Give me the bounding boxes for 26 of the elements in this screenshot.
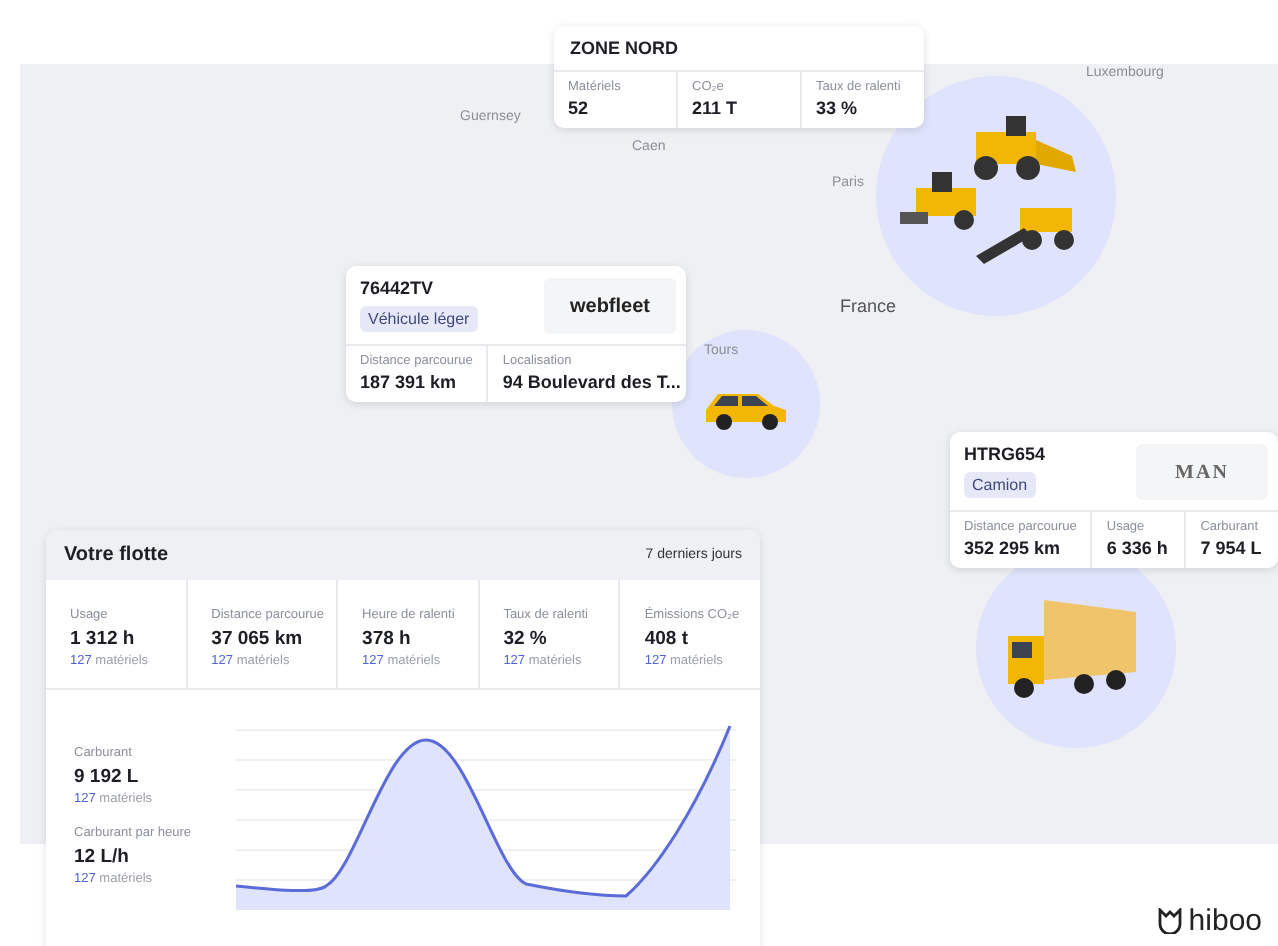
brand-mark-icon bbox=[1158, 908, 1183, 934]
stat-value: 52 bbox=[568, 98, 591, 118]
brand-name: hiboo bbox=[1188, 904, 1262, 938]
metric-value: 32 % bbox=[503, 628, 549, 650]
brand-logo: webfleet bbox=[544, 278, 676, 334]
metric-value: 9 192 L bbox=[74, 766, 141, 788]
metric-value: 37 065 km bbox=[211, 628, 305, 650]
stat-value: 187 391 km bbox=[360, 372, 459, 392]
zone-title: ZONE NORD bbox=[568, 36, 680, 62]
vehicle-plate: HTRG654 bbox=[964, 444, 1046, 464]
metric-value: 408 t bbox=[644, 628, 690, 650]
stat-value: 6 336 h bbox=[1106, 538, 1170, 558]
vehicle-type-tag: Véhicule léger bbox=[360, 306, 478, 332]
stat-value: 7 954 L bbox=[1200, 538, 1264, 558]
stat-value: 352 295 km bbox=[964, 538, 1063, 558]
fleet-title: Votre flotte bbox=[64, 544, 169, 566]
metric-value: 1 312 h bbox=[70, 628, 137, 650]
stat-value: 33 % bbox=[816, 98, 860, 118]
stat-value: 211 T bbox=[692, 98, 740, 118]
brand-logo: MAN bbox=[1136, 444, 1268, 500]
map-label: France bbox=[840, 296, 897, 316]
vehicle-type-tag: Camion bbox=[964, 472, 1036, 498]
metric-value: 378 h bbox=[362, 628, 413, 650]
metric-value: 12 L/h bbox=[74, 846, 131, 868]
stat-value: 94 Boulevard des T... bbox=[502, 372, 681, 392]
vehicle-plate: 76442TV bbox=[360, 278, 436, 298]
